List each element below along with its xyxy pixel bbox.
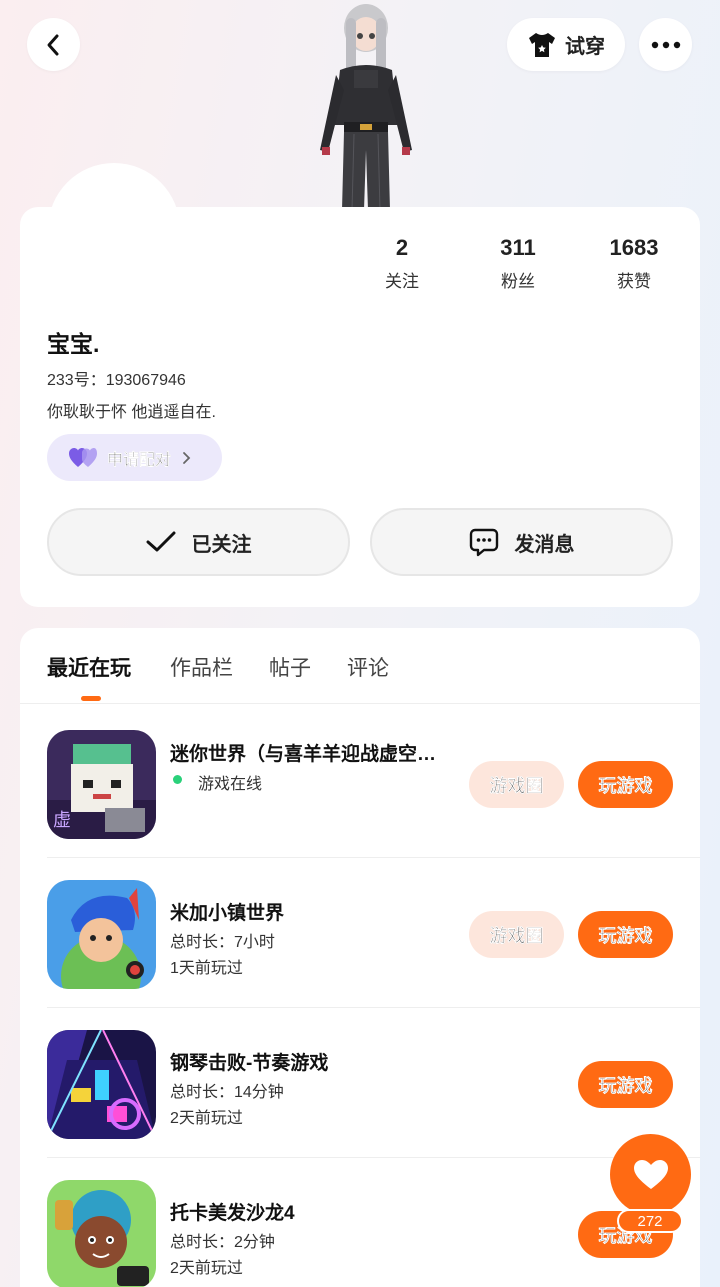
game-row[interactable]: 钢琴击败-节奏游戏 总时长：14分钟 2天前玩过 玩游戏 — [47, 1008, 700, 1158]
stat-value: 1683 — [609, 235, 659, 260]
user-bio: 你耿耿于怀 他逍遥自在. — [47, 404, 216, 421]
game-last-played: 2天前玩过 — [170, 1260, 243, 1277]
like-count-badge: 272 — [617, 1209, 683, 1233]
like-button[interactable] — [610, 1134, 691, 1215]
stat-likes[interactable]: 1683 获赞 — [579, 235, 689, 292]
send-message-button[interactable]: 发消息 — [370, 508, 673, 576]
game-title: 米加小镇世界 — [170, 903, 285, 924]
double-heart-icon — [69, 447, 97, 467]
tab-recently-played[interactable]: 最近在玩 — [47, 652, 131, 682]
profile-card: 2 关注 311 粉丝 1683 获赞 宝宝. 233号：193067946 你… — [20, 207, 700, 607]
tab-comments[interactable]: 评论 — [347, 652, 389, 682]
game-title: 迷你世界（与喜羊羊迎战虚空… — [170, 744, 437, 765]
game-status: 游戏在线 — [198, 776, 263, 793]
tshirt-icon — [529, 32, 555, 57]
user-id: 233号：193067946 — [47, 372, 186, 389]
game-playtime: 总时长：7小时 — [170, 934, 275, 951]
game-icon-miga-town[interactable] — [47, 880, 156, 989]
stat-followers[interactable]: 311 粉丝 — [463, 235, 573, 292]
stat-label: 获赞 — [617, 272, 651, 291]
play-game-button[interactable]: 玩游戏 — [578, 911, 673, 958]
game-icon-piano-beat[interactable] — [47, 1030, 156, 1139]
stat-following[interactable]: 2 关注 — [347, 235, 457, 292]
back-button[interactable] — [27, 18, 80, 71]
pair-request-button[interactable]: 申请配对 — [47, 434, 222, 481]
chevron-right-icon — [183, 451, 191, 464]
game-playtime: 总时长：2分钟 — [170, 1234, 275, 1251]
tab-posts[interactable]: 帖子 — [269, 652, 311, 682]
play-game-button[interactable]: 玩游戏 — [578, 1061, 673, 1108]
try-on-button[interactable]: 试穿 — [507, 18, 625, 71]
game-row[interactable]: 虚 迷你世界（与喜羊羊迎战虚空… 游戏在线 游戏圈 玩游戏 — [47, 708, 700, 858]
tab-works[interactable]: 作品栏 — [170, 652, 233, 682]
stat-label: 粉丝 — [501, 272, 535, 291]
stat-value: 2 — [395, 235, 409, 260]
play-game-button[interactable]: 玩游戏 — [578, 761, 673, 808]
game-last-played: 1天前玩过 — [170, 960, 243, 977]
followed-label: 已关注 — [191, 533, 252, 556]
game-icon-mini-world[interactable]: 虚 — [47, 730, 156, 839]
svg-text:虚: 虚 — [53, 810, 71, 831]
send-message-label: 发消息 — [514, 533, 575, 556]
followed-button[interactable]: 已关注 — [47, 508, 350, 576]
avatar-3d-figure — [290, 0, 440, 211]
username: 宝宝. — [47, 331, 100, 357]
chat-bubble-icon — [469, 528, 498, 557]
game-circle-button[interactable]: 游戏圈 — [469, 761, 564, 808]
game-icon-toca-hair-salon[interactable] — [47, 1180, 156, 1287]
more-dots-icon — [651, 41, 680, 48]
online-status-dot — [173, 775, 182, 784]
tab-bar: 最近在玩 作品栏 帖子 评论 — [20, 628, 700, 704]
game-row[interactable]: 托卡美发沙龙4 总时长：2分钟 2天前玩过 玩游戏 — [47, 1158, 700, 1287]
game-row[interactable]: 米加小镇世界 总时长：7小时 1天前玩过 游戏圈 玩游戏 — [47, 858, 700, 1008]
game-last-played: 2天前玩过 — [170, 1110, 243, 1127]
stat-label: 关注 — [385, 272, 419, 291]
game-circle-button[interactable]: 游戏圈 — [469, 911, 564, 958]
heart-icon — [633, 1159, 668, 1189]
more-options-button[interactable] — [639, 18, 692, 71]
checkmark-icon — [146, 531, 175, 552]
game-playtime: 总时长：14分钟 — [170, 1084, 284, 1101]
pair-request-label: 申请配对 — [107, 451, 172, 469]
chevron-left-icon — [47, 34, 58, 55]
active-tab-indicator — [81, 696, 101, 701]
activity-card: 最近在玩 作品栏 帖子 评论 虚 迷你世界（与喜羊羊迎战虚空… 游戏在线 游戏圈… — [20, 628, 700, 1287]
stat-value: 311 — [500, 235, 536, 260]
try-on-label: 试穿 — [565, 36, 605, 58]
game-title: 钢琴击败-节奏游戏 — [170, 1053, 329, 1074]
game-title: 托卡美发沙龙4 — [170, 1203, 295, 1224]
